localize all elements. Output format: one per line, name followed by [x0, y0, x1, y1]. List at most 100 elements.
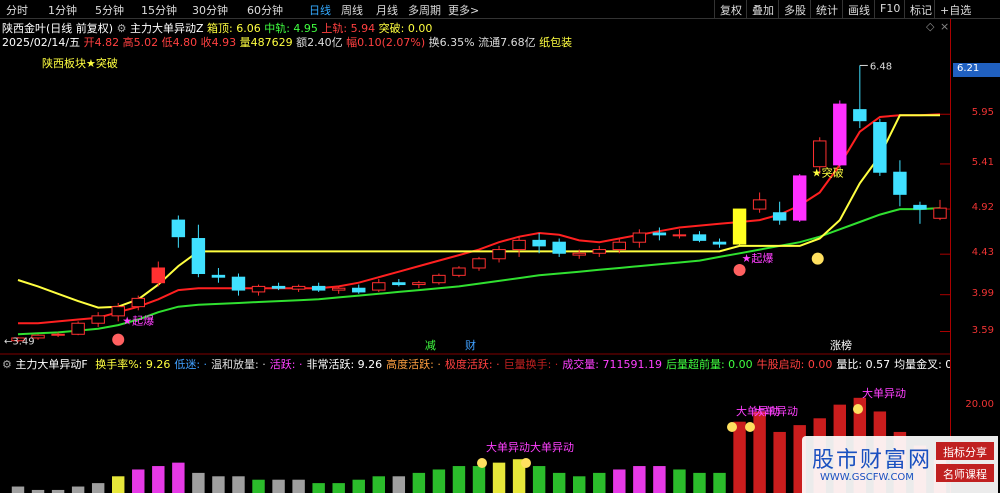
price-tag: 6.21 [953, 63, 1000, 77]
high-price-label: 6.48 [870, 61, 892, 72]
volume-bar [112, 476, 125, 493]
volume-bar [71, 486, 85, 493]
toolbar-button[interactable]: 画线 [842, 0, 875, 19]
candle-body [472, 258, 486, 269]
big-order-label: 大单异动 [530, 440, 574, 454]
volume-bar [432, 469, 446, 493]
candle-body [933, 207, 947, 219]
big-order-coin-icon [745, 422, 755, 432]
timeframe-tab[interactable]: 月线 [376, 2, 398, 18]
timeframe-tab[interactable]: 30分钟 [192, 2, 228, 18]
candle-body [512, 239, 526, 251]
volume-bar [773, 431, 786, 493]
timeframe-tab[interactable]: 1分钟 [48, 2, 77, 18]
y-tick-label: 4.43 [971, 247, 994, 259]
vol-tick: 20.00 [965, 399, 994, 410]
chart-close-icon[interactable]: × [940, 20, 949, 33]
start-signal-label-2: ★起爆 [742, 251, 774, 265]
candle-body [291, 285, 306, 290]
candle-body [692, 234, 707, 241]
toolbar-button[interactable]: F10 [874, 0, 905, 19]
volume-bar [753, 411, 766, 493]
timeframe-tab[interactable]: 日线 [309, 2, 331, 18]
candle-body [372, 282, 386, 291]
chart-settings-icon[interactable]: ◇ [926, 20, 934, 33]
candle-body [772, 212, 787, 221]
volume-bar [212, 476, 225, 493]
volume-bar [452, 466, 466, 493]
limit-list-label: 涨榜 [830, 338, 852, 352]
volume-bar [472, 466, 486, 493]
candle-body [873, 122, 887, 173]
watermark-tag-2[interactable]: 名师课程 [936, 464, 994, 482]
candle-body [572, 252, 586, 256]
watermark-site-url: WWW.GSCFW.COM [820, 472, 914, 483]
candle-body [652, 232, 667, 236]
big-order-coin-icon [853, 404, 863, 414]
volume-bar [172, 462, 185, 493]
candle-body [91, 315, 105, 324]
candle-body [71, 322, 85, 335]
volume-bar [653, 466, 666, 493]
big-order-label: 大单异动 [754, 404, 798, 418]
volume-bar [613, 469, 626, 493]
candle-body [752, 199, 767, 210]
volume-bar [673, 469, 686, 493]
kline-chart[interactable]: 6.48←3.49★起爆★起爆★突破减财涨榜大单异动 大单异动大单异动大单异动大单… [0, 19, 950, 493]
toolbar-button[interactable]: 多股 [778, 0, 811, 19]
candle-body [151, 267, 166, 284]
volume-bar [352, 479, 365, 493]
candle-body [792, 175, 807, 221]
candle-body [712, 241, 727, 245]
candle-body [131, 297, 145, 308]
candle-body [813, 140, 827, 168]
candle-body [612, 241, 627, 251]
volume-bar [372, 476, 385, 493]
candle-body [913, 204, 927, 210]
start-signal-label-1: ★起爆 [122, 314, 154, 328]
volume-bar [312, 483, 325, 493]
volume-bar [91, 483, 105, 493]
candle-body [732, 208, 747, 245]
volume-bar [232, 476, 245, 493]
toolbar-button[interactable]: 标记 [904, 0, 937, 19]
candle-body [171, 219, 186, 238]
candle-body [352, 287, 366, 293]
timeframe-tab[interactable]: 15分钟 [141, 2, 177, 18]
volume-bar [713, 472, 726, 493]
candle-body [251, 285, 266, 293]
candle-body [532, 239, 546, 247]
watermark: 股市财富网 WWW.GSCFW.COM 指标分享 名师课程 [802, 436, 998, 493]
toolbar-button[interactable]: 复权 [714, 0, 747, 19]
candle-body [231, 276, 246, 291]
timeframe-tab[interactable]: 分时 [6, 2, 28, 18]
watermark-tag-1[interactable]: 指标分享 [936, 442, 994, 460]
toolbar-button[interactable]: 叠加 [746, 0, 779, 19]
candle-body [552, 241, 566, 254]
big-order-coin-icon [727, 422, 737, 432]
watermark-site-cn: 股市财富网 [812, 448, 933, 473]
big-order-label: 大单异动 [862, 386, 906, 400]
timeframe-tab[interactable]: 更多> [448, 2, 479, 18]
reduce-label: 减 [425, 339, 436, 352]
y-tick-label: 3.99 [971, 287, 994, 299]
toolbar-button[interactable]: +自选 [934, 0, 976, 19]
candle-body [492, 249, 506, 260]
volume-bar [412, 472, 426, 493]
volume-bar [392, 476, 406, 493]
volume-bar [132, 469, 145, 493]
timeframe-tab[interactable]: 周线 [341, 2, 363, 18]
candle-body [331, 287, 346, 291]
big-order-coin-icon [521, 458, 531, 468]
candle-body [853, 109, 867, 122]
start-coin-icon-1 [112, 333, 125, 346]
timeframe-tab[interactable]: 60分钟 [247, 2, 283, 18]
candle-body [592, 249, 606, 254]
volume-bar [272, 479, 285, 493]
candle-body [833, 103, 847, 166]
toolbar-button[interactable]: 统计 [810, 0, 843, 19]
candle-body [893, 171, 907, 195]
timeframe-tab[interactable]: 5分钟 [95, 2, 124, 18]
candle-body [412, 282, 426, 286]
timeframe-tab[interactable]: 多周期 [408, 2, 441, 18]
